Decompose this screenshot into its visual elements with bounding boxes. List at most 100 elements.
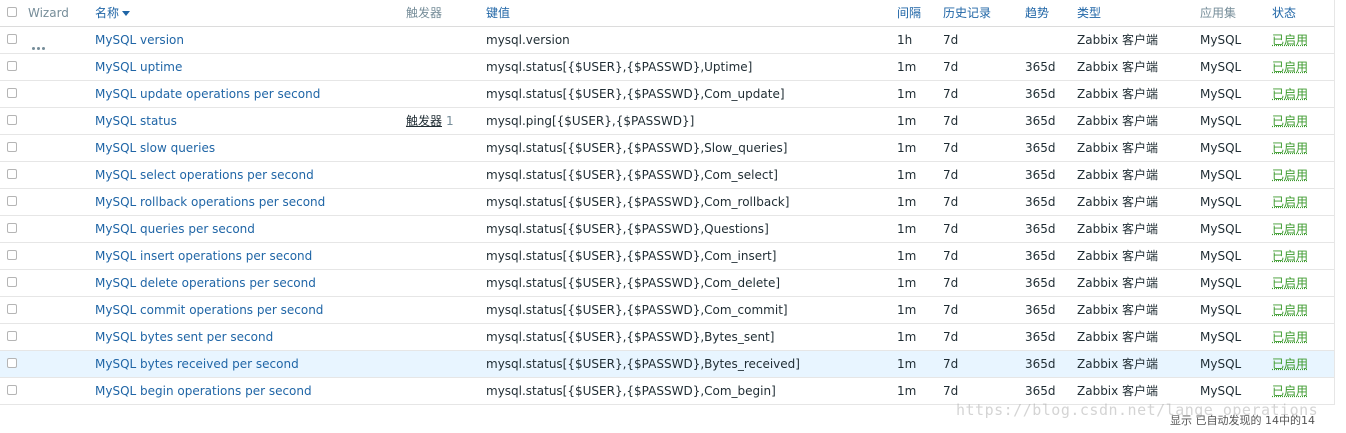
status-toggle-link[interactable]: 已启用 bbox=[1272, 81, 1308, 107]
item-name-link[interactable]: MySQL begin operations per second bbox=[95, 378, 312, 404]
item-trends: 365d bbox=[1025, 276, 1056, 290]
status-toggle-link[interactable]: 已启用 bbox=[1272, 351, 1308, 377]
table-row: MySQL rollback operations per second mysq… bbox=[0, 189, 1334, 216]
item-name-link[interactable]: MySQL uptime bbox=[95, 54, 182, 80]
item-name-link[interactable]: MySQL insert operations per second bbox=[95, 243, 312, 269]
item-key: mysql.status[{$USER},{$PASSWD},Uptime] bbox=[486, 60, 753, 74]
table-row: MySQL version mysql.version 1h 7d Zabbix 客户端… bbox=[0, 27, 1334, 54]
wizard-menu-icon[interactable] bbox=[32, 39, 47, 53]
row-checkbox[interactable] bbox=[7, 196, 17, 206]
header-interval-sort[interactable]: 间隔 bbox=[897, 0, 921, 26]
header-wizard: Wizard bbox=[28, 6, 69, 20]
header-trends-sort[interactable]: 趋势 bbox=[1025, 0, 1049, 26]
item-name-link[interactable]: MySQL update operations per second bbox=[95, 81, 320, 107]
item-application: MySQL bbox=[1200, 87, 1242, 101]
item-application: MySQL bbox=[1200, 168, 1242, 182]
item-key: mysql.status[{$USER},{$PASSWD},Com_inser… bbox=[486, 249, 777, 263]
row-checkbox[interactable] bbox=[7, 358, 17, 368]
triggers-link[interactable]: 触发器 bbox=[406, 114, 442, 128]
triggers-cell: 触发器 1 bbox=[406, 108, 454, 134]
item-history: 7d bbox=[943, 303, 959, 317]
item-name-link[interactable]: MySQL version bbox=[95, 27, 184, 53]
table-row: MySQL bytes sent per second mysql.status[… bbox=[0, 324, 1334, 351]
item-name-link[interactable]: MySQL bytes received per second bbox=[95, 351, 299, 377]
item-type: Zabbix 客户端 bbox=[1077, 168, 1159, 182]
item-trends: 365d bbox=[1025, 114, 1056, 128]
table-row: MySQL delete operations per second mysql.… bbox=[0, 270, 1334, 297]
row-checkbox[interactable] bbox=[7, 169, 17, 179]
item-trends: 365d bbox=[1025, 60, 1056, 74]
status-toggle-link[interactable]: 已启用 bbox=[1272, 270, 1308, 296]
header-name-label: 名称 bbox=[95, 6, 120, 20]
item-interval: 1m bbox=[897, 195, 917, 209]
item-application: MySQL bbox=[1200, 249, 1242, 263]
item-key: mysql.status[{$USER},{$PASSWD},Com_updat… bbox=[486, 87, 785, 101]
item-interval: 1m bbox=[897, 330, 917, 344]
status-toggle-link[interactable]: 已启用 bbox=[1272, 297, 1308, 323]
item-history: 7d bbox=[943, 357, 959, 371]
status-toggle-link[interactable]: 已启用 bbox=[1272, 135, 1308, 161]
header-type-sort[interactable]: 类型 bbox=[1077, 0, 1101, 26]
item-type: Zabbix 客户端 bbox=[1077, 141, 1159, 155]
item-application: MySQL bbox=[1200, 357, 1242, 371]
row-checkbox[interactable] bbox=[7, 277, 17, 287]
item-name-link[interactable]: MySQL bytes sent per second bbox=[95, 324, 273, 350]
select-all-checkbox[interactable] bbox=[7, 7, 17, 17]
header-status-sort[interactable]: 状态 bbox=[1272, 0, 1296, 26]
table-body: MySQL version mysql.version 1h 7d Zabbix 客户端… bbox=[0, 27, 1334, 405]
item-name-link[interactable]: MySQL slow queries bbox=[95, 135, 215, 161]
row-checkbox[interactable] bbox=[7, 385, 17, 395]
row-checkbox[interactable] bbox=[7, 115, 17, 125]
status-toggle-link[interactable]: 已启用 bbox=[1272, 54, 1308, 80]
row-checkbox[interactable] bbox=[7, 250, 17, 260]
table-header: Wizard 名称 触发器 键值 间隔 历史记录 趋势 类型 应用集 状态 bbox=[0, 0, 1334, 27]
item-name-link[interactable]: MySQL rollback operations per second bbox=[95, 189, 325, 215]
status-toggle-link[interactable]: 已启用 bbox=[1272, 216, 1308, 242]
row-checkbox[interactable] bbox=[7, 34, 17, 44]
item-type: Zabbix 客户端 bbox=[1077, 114, 1159, 128]
row-checkbox[interactable] bbox=[7, 88, 17, 98]
sort-desc-icon bbox=[122, 11, 131, 16]
status-toggle-link[interactable]: 已启用 bbox=[1272, 189, 1308, 215]
header-applications: 应用集 bbox=[1200, 6, 1237, 20]
item-name-link[interactable]: MySQL delete operations per second bbox=[95, 270, 316, 296]
item-history: 7d bbox=[943, 33, 959, 47]
item-name-link[interactable]: MySQL commit operations per second bbox=[95, 297, 323, 323]
item-type: Zabbix 客户端 bbox=[1077, 222, 1159, 236]
status-toggle-link[interactable]: 已启用 bbox=[1272, 108, 1308, 134]
item-name-link[interactable]: MySQL status bbox=[95, 108, 177, 134]
item-name-link[interactable]: MySQL select operations per second bbox=[95, 162, 314, 188]
item-type: Zabbix 客户端 bbox=[1077, 276, 1159, 290]
item-interval: 1m bbox=[897, 249, 917, 263]
row-checkbox[interactable] bbox=[7, 304, 17, 314]
status-toggle-link[interactable]: 已启用 bbox=[1272, 243, 1308, 269]
table-row: MySQL update operations per second mysql.… bbox=[0, 81, 1334, 108]
item-interval: 1m bbox=[897, 60, 917, 74]
items-table: Wizard 名称 触发器 键值 间隔 历史记录 趋势 类型 应用集 状态 My… bbox=[0, 0, 1334, 405]
item-application: MySQL bbox=[1200, 330, 1242, 344]
header-name-sort[interactable]: 名称 bbox=[95, 0, 131, 26]
row-checkbox[interactable] bbox=[7, 331, 17, 341]
status-toggle-link[interactable]: 已启用 bbox=[1272, 162, 1308, 188]
item-type: Zabbix 客户端 bbox=[1077, 60, 1159, 74]
trigger-count: 1 bbox=[446, 114, 454, 128]
header-key-sort[interactable]: 键值 bbox=[486, 0, 510, 26]
item-trends: 365d bbox=[1025, 87, 1056, 101]
status-toggle-link[interactable]: 已启用 bbox=[1272, 27, 1308, 53]
status-toggle-link[interactable]: 已启用 bbox=[1272, 324, 1308, 350]
item-type: Zabbix 客户端 bbox=[1077, 330, 1159, 344]
item-key: mysql.status[{$USER},{$PASSWD},Com_begin… bbox=[486, 384, 776, 398]
item-type: Zabbix 客户端 bbox=[1077, 195, 1159, 209]
row-checkbox[interactable] bbox=[7, 142, 17, 152]
item-application: MySQL bbox=[1200, 303, 1242, 317]
item-trends: 365d bbox=[1025, 168, 1056, 182]
item-trends: 365d bbox=[1025, 222, 1056, 236]
header-history-sort[interactable]: 历史记录 bbox=[943, 0, 991, 26]
item-type: Zabbix 客户端 bbox=[1077, 87, 1159, 101]
item-key: mysql.version bbox=[486, 33, 570, 47]
item-name-link[interactable]: MySQL queries per second bbox=[95, 216, 255, 242]
item-interval: 1m bbox=[897, 141, 917, 155]
row-checkbox[interactable] bbox=[7, 61, 17, 71]
row-checkbox[interactable] bbox=[7, 223, 17, 233]
item-key: mysql.status[{$USER},{$PASSWD},Com_rollb… bbox=[486, 195, 790, 209]
